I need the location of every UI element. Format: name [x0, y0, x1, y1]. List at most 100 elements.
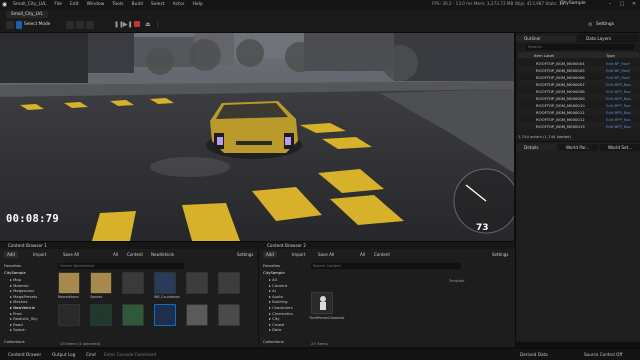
- output-log-button[interactable]: Output Log: [52, 352, 75, 357]
- col-type[interactable]: Type: [606, 53, 615, 58]
- level-viewport[interactable]: 00:08:79 73: [0, 33, 514, 241]
- settings-button[interactable]: Settings: [596, 22, 614, 27]
- cb1-folder[interactable]: ▸ Megascans: [10, 288, 34, 293]
- step-icon[interactable]: ▶❚: [123, 21, 133, 28]
- cb1-folder[interactable]: ▸ Road: [10, 322, 23, 327]
- console-command-input[interactable]: Enter Console Command: [104, 352, 156, 357]
- stop-button[interactable]: [134, 21, 140, 27]
- outliner-row[interactable]: ROOFTOP_BGM_M000011 Edit BPP_Roo: [518, 108, 639, 115]
- source-control-button[interactable]: Source Control Off: [584, 352, 622, 357]
- select-mode-icon[interactable]: [16, 21, 22, 29]
- cb2-folder[interactable]: ▸ Content: [269, 283, 287, 288]
- cb2-folder[interactable]: ▸ Data: [269, 327, 281, 332]
- cb2-path-content[interactable]: Content: [371, 251, 393, 258]
- cb1-folder[interactable]: ▸ Map: [10, 277, 21, 282]
- details-tab[interactable]: Details: [516, 144, 556, 151]
- cb2-collections[interactable]: Collections: [263, 339, 284, 344]
- cb1-save-all-button[interactable]: Save All: [60, 251, 82, 258]
- cb1-asset-tile[interactable]: [58, 304, 80, 326]
- outliner-row[interactable]: ROOFTOP_BGM_M000004 Edit BP_Roof: [518, 59, 639, 66]
- cb1-folder[interactable]: ▸ Splash: [10, 327, 26, 332]
- outliner-row-type[interactable]: Edit BPP_Roo: [606, 117, 631, 122]
- cb1-asset-tile[interactable]: [58, 272, 80, 294]
- cb1-add-button[interactable]: Add: [4, 251, 18, 258]
- outliner-row[interactable]: ROOFTOP_BGM_M000013 Edit BPP_Roo: [518, 122, 639, 129]
- cb2-save-all-button[interactable]: Save All: [315, 251, 337, 258]
- cb1-folder[interactable]: ▸ NewVehicle: [10, 305, 35, 310]
- outliner-row[interactable]: ROOFTOP_BGM_M000006 Edit BP_Roof: [518, 73, 639, 80]
- save-icon[interactable]: [6, 21, 14, 29]
- cb2-settings-button[interactable]: Settings: [489, 251, 511, 258]
- cb2-folder[interactable]: ▸ Audio: [269, 294, 283, 299]
- select-mode-button[interactable]: Select Mode: [24, 22, 50, 27]
- outliner-row-type[interactable]: Edit BPP_Roo: [606, 103, 631, 108]
- cinematics-icon[interactable]: [86, 21, 94, 29]
- cb1-asset-tile[interactable]: [218, 272, 240, 294]
- cb2-import-button[interactable]: Import: [289, 251, 308, 258]
- cb1-import-button[interactable]: Import: [30, 251, 49, 258]
- gear-icon[interactable]: ⚙: [588, 22, 592, 28]
- outliner-row[interactable]: ROOFTOP_BGM_M000012 Edit BPP_Roo: [518, 115, 639, 122]
- unreal-logo-icon[interactable]: ◉: [0, 0, 9, 9]
- cb2-project-root[interactable]: CitySample: [263, 270, 285, 275]
- cb1-asset-tile[interactable]: [186, 272, 208, 294]
- cb2-search-input[interactable]: Search Content: [311, 263, 461, 269]
- cb1-asset-tile[interactable]: [186, 304, 208, 326]
- outliner-row-type[interactable]: Edit BPP_Roo: [606, 89, 631, 94]
- cb1-folder[interactable]: ▸ Pred: [10, 311, 22, 316]
- maximize-icon[interactable]: □: [616, 0, 628, 9]
- menu-edit[interactable]: Edit: [66, 2, 83, 7]
- outliner-row-type[interactable]: Edit BP_Roof: [606, 61, 630, 66]
- outliner-row-type[interactable]: Edit BP_Roof: [606, 68, 630, 73]
- world-partition-tab[interactable]: World Par...: [558, 144, 598, 151]
- cb1-folder[interactable]: ▸ MegaPresets: [10, 294, 37, 299]
- close-icon[interactable]: ✕: [628, 0, 640, 9]
- cb1-folder[interactable]: ▸ Material: [10, 283, 29, 288]
- cb2-folder[interactable]: ▸ City: [269, 316, 280, 321]
- cb1-search-input[interactable]: Search NewVehicle: [58, 263, 184, 269]
- derived-data-button[interactable]: Derived Data: [520, 352, 548, 357]
- outliner-row-type[interactable]: Edit BPP_Roo: [606, 110, 631, 115]
- cb1-favorites[interactable]: Favorites: [4, 263, 21, 268]
- menu-actor[interactable]: Actor: [169, 2, 189, 7]
- cb1-asset-tile[interactable]: [90, 304, 112, 326]
- data-layers-tab[interactable]: Data Layers: [578, 35, 638, 42]
- outliner-row-type[interactable]: Edit BPP_Roo: [606, 124, 631, 129]
- cb1-folder[interactable]: ▸ Meshes: [10, 299, 27, 304]
- cb1-title[interactable]: Content Browser 1: [8, 243, 47, 248]
- more-options-icon[interactable]: ⋮: [155, 21, 161, 28]
- cb2-folder[interactable]: ▸ Characters: [269, 305, 293, 310]
- menu-file[interactable]: File: [50, 2, 66, 7]
- cb1-collections[interactable]: Collections: [4, 339, 25, 344]
- cb1-path-content[interactable]: Content: [124, 251, 146, 258]
- menu-tools[interactable]: Tools: [108, 2, 127, 7]
- menu-level[interactable]: Small_City_LVL: [9, 2, 50, 7]
- cb2-title[interactable]: Content Browser 2: [267, 243, 306, 248]
- level-tab[interactable]: Small_City_LVL: [6, 11, 48, 18]
- cb1-asset-tile[interactable]: [154, 304, 176, 326]
- menu-help[interactable]: Help: [189, 2, 207, 7]
- cmd-dropdown[interactable]: Cmd: [86, 352, 96, 357]
- menu-select[interactable]: Select: [147, 2, 169, 7]
- cb2-asset-thirdpersoncharacter[interactable]: [311, 292, 333, 314]
- minimize-icon[interactable]: –: [604, 0, 616, 9]
- content-drawer-button[interactable]: Content Drawer: [8, 352, 41, 357]
- outliner-row[interactable]: ROOFTOP_BGM_M000007 Edit BPP_Roo: [518, 80, 639, 87]
- cb1-folder[interactable]: ▸ Realistic_Sky: [10, 316, 38, 321]
- outliner-row[interactable]: ROOFTOP_BGM_M000010 Edit BPP_Roo: [518, 101, 639, 108]
- cb1-path-newvehicle[interactable]: NewVehicle: [148, 251, 177, 258]
- cb2-add-button[interactable]: Add: [263, 251, 277, 258]
- cb1-asset-tile[interactable]: [122, 304, 144, 326]
- outliner-row-type[interactable]: Edit BPP_Roo: [606, 82, 631, 87]
- blueprint-icon[interactable]: [76, 21, 84, 29]
- eject-icon[interactable]: ⏏: [145, 21, 151, 28]
- cb2-path-all[interactable]: All: [357, 251, 368, 258]
- outliner-row-type[interactable]: Edit BPP_Roo: [606, 96, 631, 101]
- cb1-project-root[interactable]: CitySample: [4, 270, 26, 275]
- cb1-asset-tile[interactable]: [90, 272, 112, 294]
- cb2-folder[interactable]: ▸ All: [269, 277, 277, 282]
- menu-window[interactable]: Window: [83, 2, 109, 7]
- outliner-search-input[interactable]: Search...: [526, 44, 634, 50]
- outliner-row-type[interactable]: Edit BP_Roof: [606, 75, 630, 80]
- cb1-asset-tile[interactable]: [218, 304, 240, 326]
